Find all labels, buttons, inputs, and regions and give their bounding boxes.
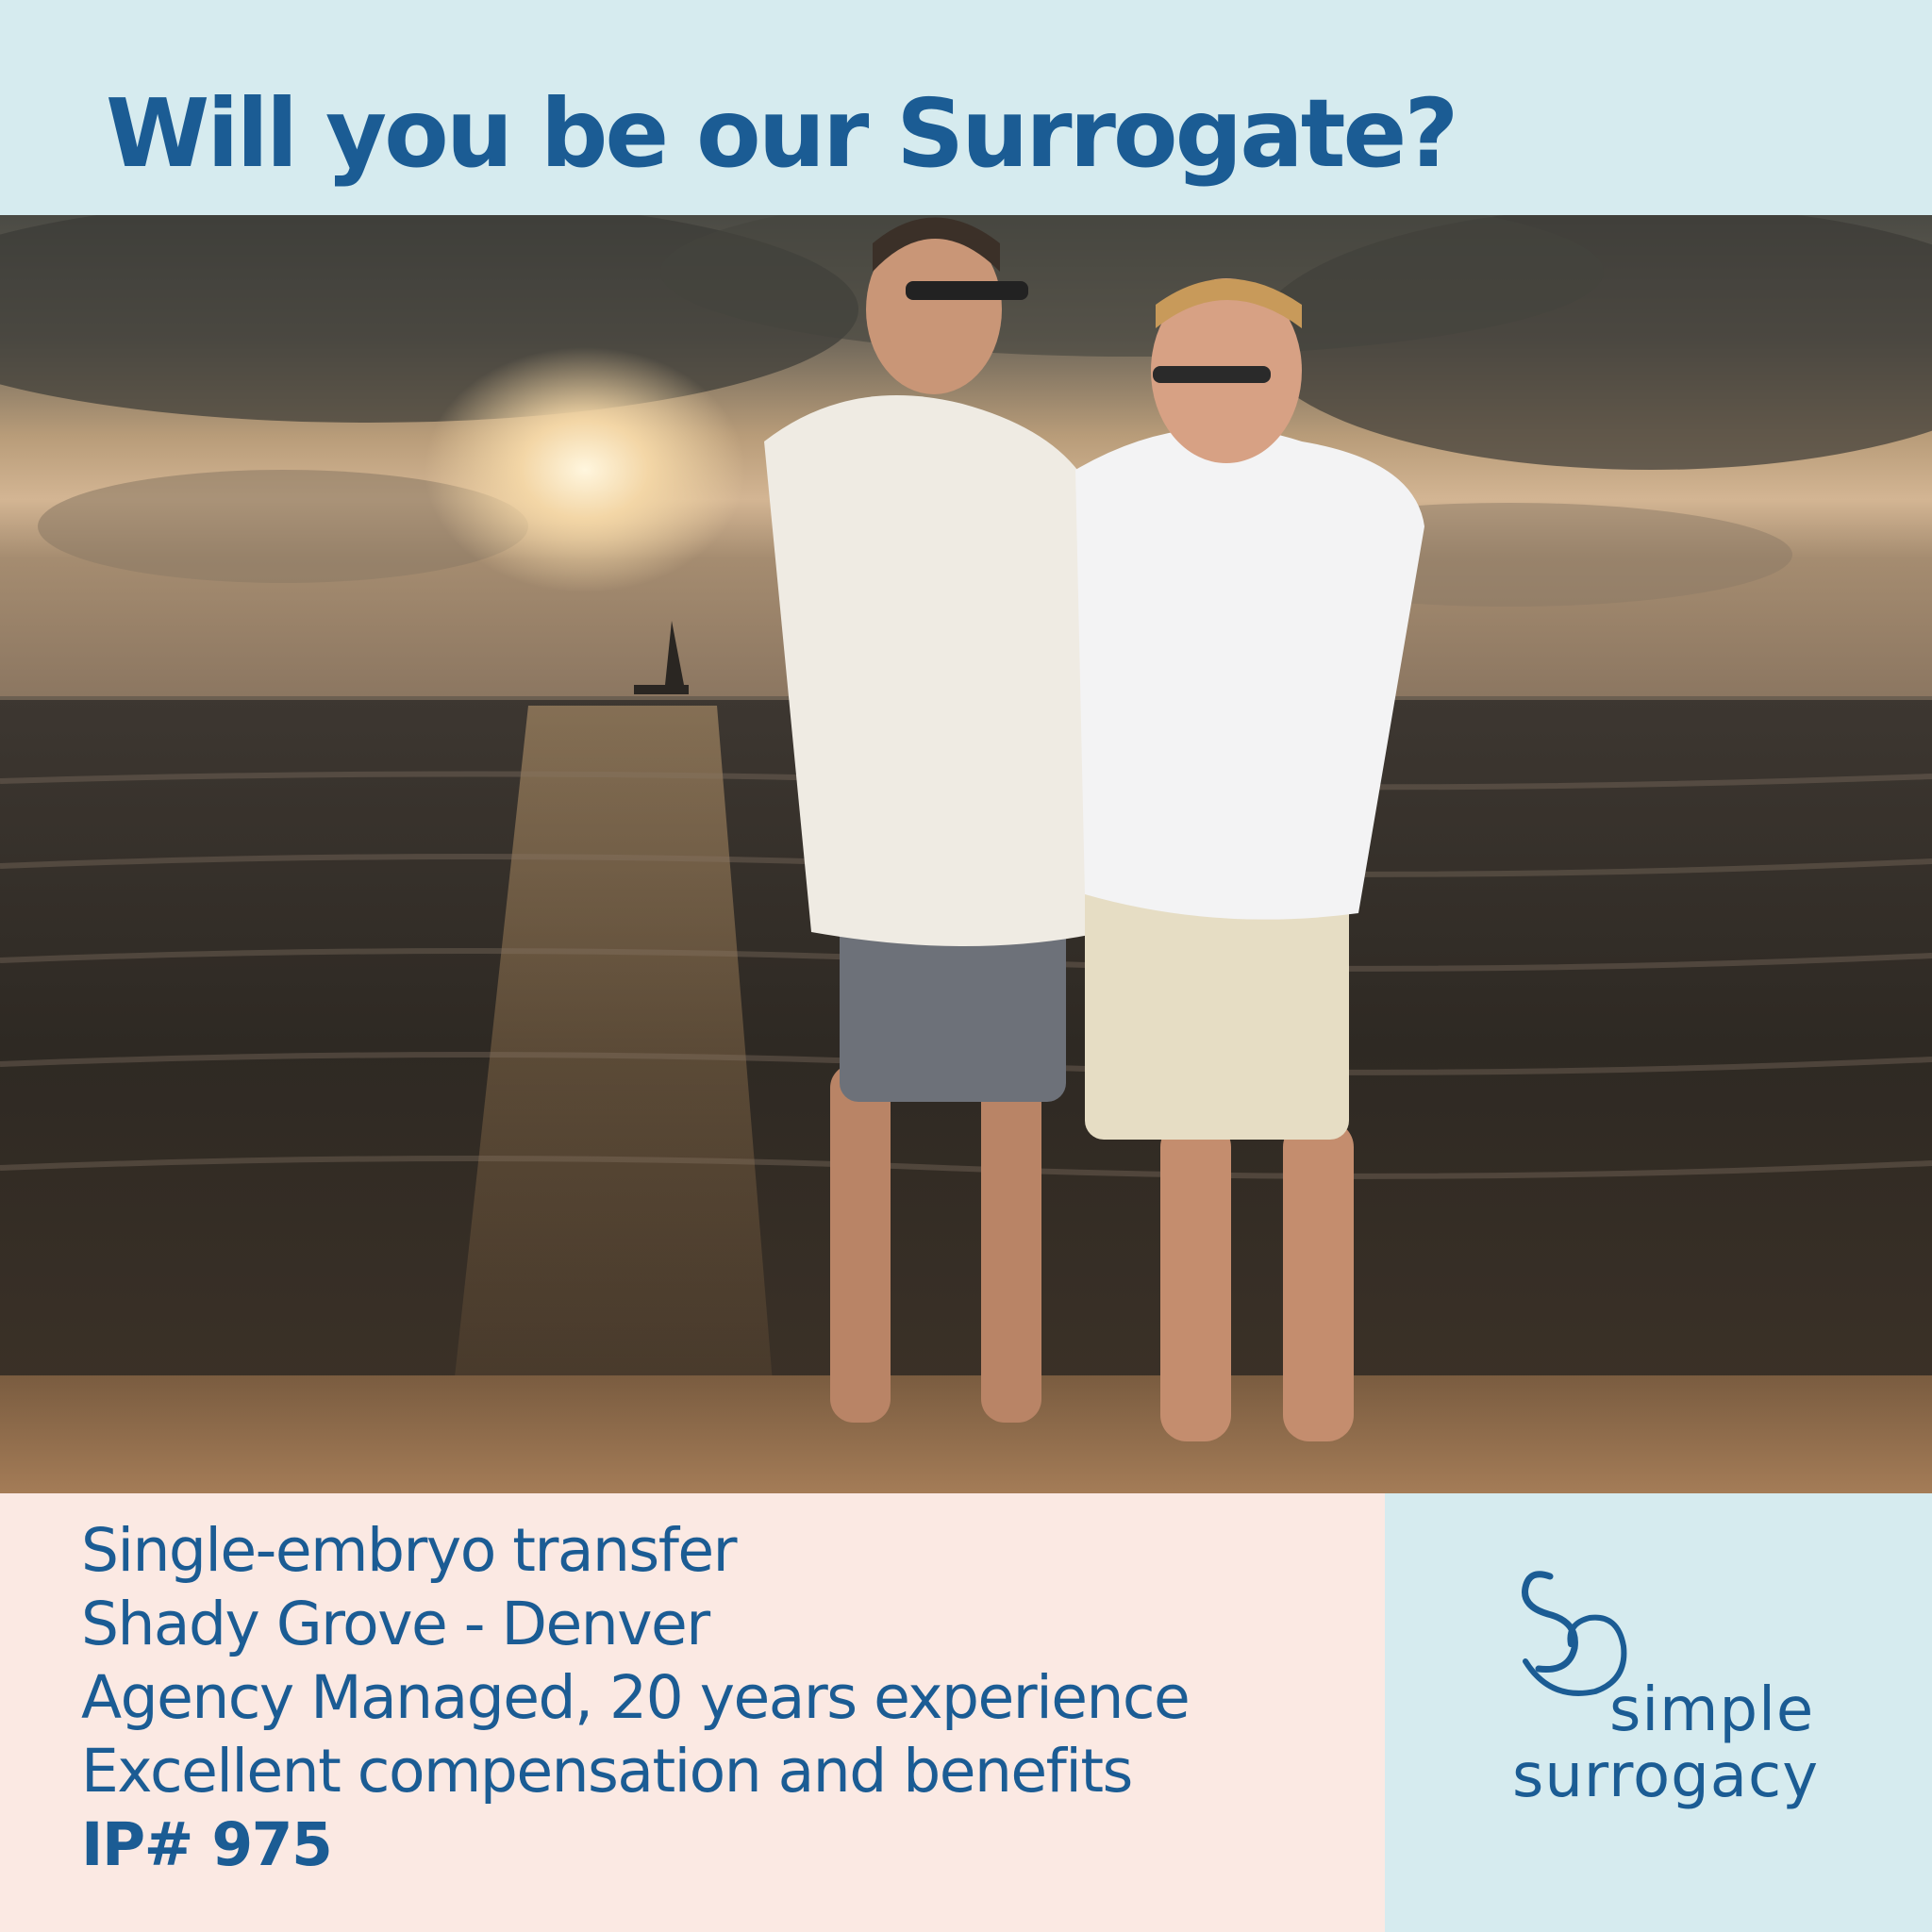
- info-line-agency: Agency Managed, 20 years experience: [81, 1663, 1191, 1732]
- info-ip-number: IP# 975: [81, 1810, 333, 1879]
- brand-name: simple surrogacy: [1512, 1677, 1819, 1809]
- brand-name-line1: simple: [1609, 1675, 1815, 1745]
- brand-name-line2: surrogacy: [1512, 1741, 1820, 1811]
- info-panel: Single-embryo transfer Shady Grove - Den…: [0, 1493, 1385, 1932]
- brand-panel: simple surrogacy: [1385, 1493, 1932, 1932]
- info-line-compensation: Excellent compensation and benefits: [81, 1737, 1133, 1806]
- header-banner: Will you be our Surrogate?: [0, 0, 1932, 215]
- info-line-transfer: Single-embryo transfer: [81, 1516, 738, 1585]
- beach-couple-photo: [0, 215, 1932, 1493]
- beach-scene: [0, 215, 1932, 1493]
- headline: Will you be our Surrogate?: [106, 78, 1458, 189]
- info-lines: Single-embryo transfer Shady Grove - Den…: [81, 1514, 1191, 1882]
- info-line-clinic: Shady Grove - Denver: [81, 1590, 710, 1658]
